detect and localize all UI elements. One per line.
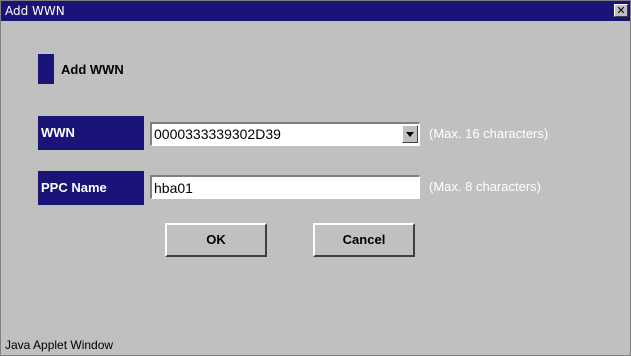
- add-wwn-dialog: Add WWN ✕ Add WWN WWN 0000333339302D39 (…: [0, 0, 631, 356]
- chevron-down-icon: [406, 132, 414, 137]
- title-bar[interactable]: Add WWN ✕: [1, 1, 630, 21]
- wwn-dropdown-button[interactable]: [402, 125, 418, 143]
- ok-button[interactable]: OK: [165, 223, 267, 257]
- section-heading: Add WWN: [61, 62, 124, 77]
- wwn-label: WWN: [38, 116, 144, 150]
- ppc-name-hint: (Max. 8 characters): [429, 179, 541, 194]
- cancel-button[interactable]: Cancel: [313, 223, 415, 257]
- ppc-name-label: PPC Name: [38, 171, 144, 205]
- wwn-hint: (Max. 16 characters): [429, 126, 549, 141]
- window-title: Add WWN: [5, 4, 65, 18]
- close-button[interactable]: ✕: [614, 4, 628, 17]
- section-marker: [38, 54, 54, 84]
- status-bar-text: Java Applet Window: [5, 338, 114, 352]
- close-icon: ✕: [616, 4, 626, 17]
- ppc-name-input[interactable]: [150, 175, 420, 199]
- wwn-value: 0000333339302D39: [154, 126, 281, 142]
- wwn-select[interactable]: 0000333339302D39: [150, 122, 420, 146]
